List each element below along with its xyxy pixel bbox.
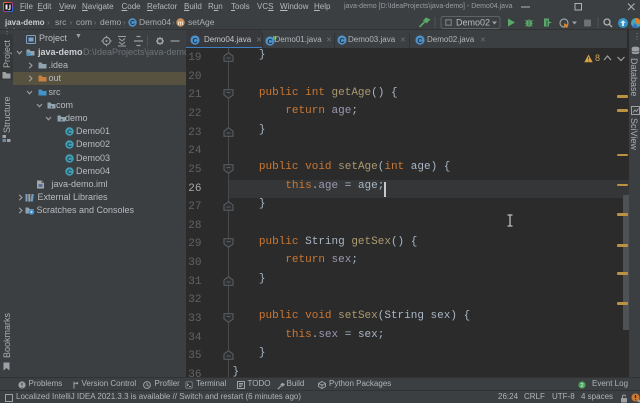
svg-text:m: m [178, 20, 184, 27]
svg-text:C: C [339, 38, 344, 45]
svg-text:C: C [192, 38, 197, 45]
svg-text:Demo02: Demo02 [456, 18, 490, 28]
svg-text:C: C [67, 156, 72, 163]
svg-text:C: C [67, 169, 72, 176]
svg-text:C: C [267, 39, 272, 46]
svg-text:2: 2 [580, 383, 583, 389]
svg-text:C: C [417, 38, 422, 45]
svg-text:C: C [67, 129, 72, 136]
svg-text:C: C [129, 20, 134, 27]
svg-text:C: C [67, 142, 72, 149]
